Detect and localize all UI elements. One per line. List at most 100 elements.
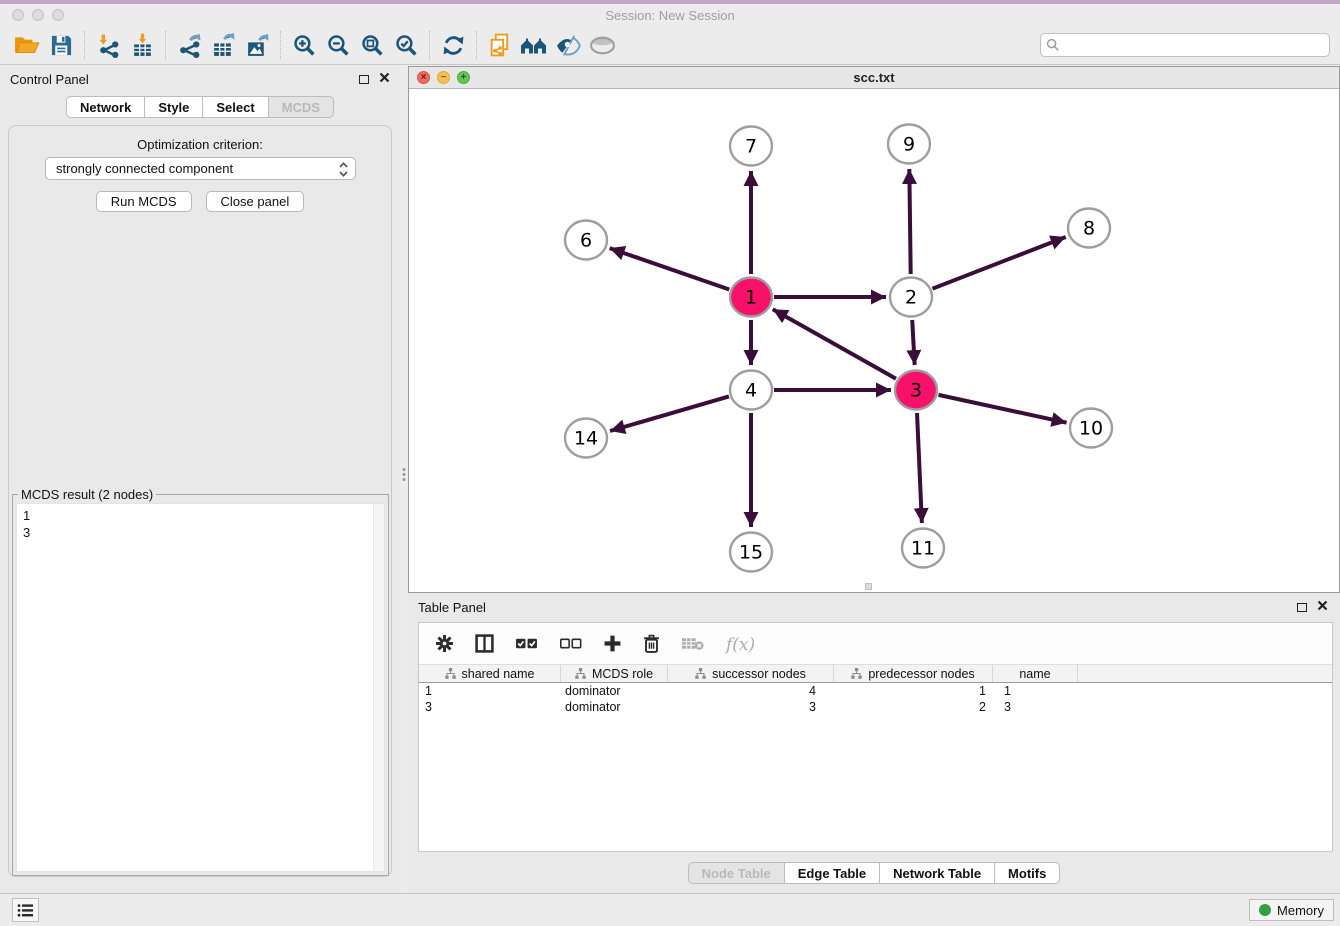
network-node-7[interactable]: 7 (730, 127, 772, 166)
delete-table-icon (681, 636, 704, 651)
save-icon (50, 34, 73, 57)
split-eye-icon (555, 33, 582, 58)
toolbar-separator (429, 31, 430, 59)
import-network-button[interactable] (91, 30, 125, 60)
tab-motifs[interactable]: Motifs (994, 862, 1060, 884)
network-node-11[interactable]: 11 (902, 529, 944, 568)
canvas-resize-grip[interactable] (865, 583, 872, 590)
network-edge-1-6[interactable] (610, 248, 730, 289)
select-all-columns-button[interactable] (515, 636, 538, 651)
network-node-9[interactable]: 9 (888, 125, 930, 164)
float-table-panel-icon[interactable] (1297, 603, 1307, 612)
zoom-out-button[interactable] (321, 30, 355, 60)
table-row[interactable]: 1 dominator 4 1 1 (419, 683, 1332, 699)
table-tabs: Node Table Edge Table Network Table Moti… (688, 862, 1061, 884)
network-node-4[interactable]: 4 (730, 371, 772, 410)
tab-style[interactable]: Style (144, 96, 203, 118)
deselect-all-columns-button[interactable] (559, 636, 582, 651)
list-icon (17, 903, 34, 918)
svg-text:8: 8 (1083, 218, 1095, 240)
tab-node-table[interactable]: Node Table (688, 862, 785, 884)
show-column-panel-button[interactable] (475, 634, 494, 653)
network-node-2[interactable]: 2 (890, 278, 932, 317)
table-toolbar: f(x) (419, 623, 1332, 664)
network-edge-3-10[interactable] (938, 395, 1066, 423)
function-builder-button[interactable]: f(x) (725, 633, 759, 655)
cell-predecessor-nodes[interactable]: 2 (834, 699, 993, 715)
column-header-successor-nodes[interactable]: successor nodes (668, 665, 834, 682)
svg-text:2: 2 (905, 287, 917, 309)
optimization-criterion-label: Optimization criterion: (0, 137, 400, 152)
cell-successor-nodes[interactable]: 4 (668, 683, 834, 699)
cell-shared-name[interactable]: 1 (419, 683, 561, 699)
network-canvas[interactable]: 1 2 3 4 6 7 8 9 10 11 14 15 (409, 89, 1339, 592)
network-edge-2-9[interactable] (909, 169, 910, 274)
panel-splitter[interactable] (400, 65, 408, 893)
cell-successor-nodes[interactable]: 3 (668, 699, 834, 715)
network-edge-2-8[interactable] (932, 237, 1065, 289)
network-edge-4-14[interactable] (610, 396, 729, 431)
zoom-fit-button[interactable] (355, 30, 389, 60)
column-header-shared-name[interactable]: shared name (419, 665, 561, 682)
export-image-button[interactable] (240, 30, 274, 60)
network-node-8[interactable]: 8 (1068, 209, 1110, 248)
delete-row-button[interactable] (643, 634, 660, 653)
clone-network-button[interactable] (483, 30, 517, 60)
tab-mcds[interactable]: MCDS (268, 96, 334, 118)
memory-button[interactable]: Memory (1249, 899, 1334, 921)
close-panel-button[interactable]: Close panel (206, 191, 305, 212)
table-row[interactable]: 3 dominator 3 2 3 (419, 699, 1332, 715)
tab-network-table[interactable]: Network Table (879, 862, 995, 884)
tab-edge-table[interactable]: Edge Table (784, 862, 880, 884)
show-graphics-details-button[interactable] (551, 30, 585, 60)
network-window-titlebar[interactable]: × − + scc.txt (409, 67, 1339, 89)
cell-name[interactable]: 1 (993, 683, 1078, 699)
cell-mcds-role[interactable]: dominator (561, 683, 668, 699)
tree-icon (851, 668, 862, 679)
network-edge-3-11[interactable] (917, 413, 922, 523)
cell-name[interactable]: 3 (993, 699, 1078, 715)
network-node-6[interactable]: 6 (565, 221, 607, 260)
network-node-10[interactable]: 10 (1070, 409, 1112, 448)
task-history-button[interactable] (12, 898, 39, 922)
cell-mcds-role[interactable]: dominator (561, 699, 668, 715)
column-settings-button[interactable] (435, 634, 454, 653)
hide-graphics-details-button[interactable] (585, 30, 619, 60)
network-node-14[interactable]: 14 (565, 419, 607, 458)
zoom-selected-icon (394, 33, 419, 58)
export-image-icon (245, 33, 270, 58)
search-input[interactable] (1040, 33, 1330, 57)
run-mcds-button[interactable]: Run MCDS (96, 191, 192, 212)
mcds-result-textarea[interactable]: 1 3 (16, 503, 385, 872)
tab-network[interactable]: Network (66, 96, 145, 118)
column-header-predecessor-nodes[interactable]: predecessor nodes (834, 665, 993, 682)
zoom-in-button[interactable] (287, 30, 321, 60)
float-panel-icon[interactable] (359, 75, 369, 84)
network-node-1[interactable]: 1 (730, 278, 772, 317)
criterion-dropdown[interactable]: strongly connected component (45, 157, 356, 180)
cell-shared-name[interactable]: 3 (419, 699, 561, 715)
network-edge-2-3[interactable] (912, 320, 914, 365)
network-node-15[interactable]: 15 (730, 533, 772, 572)
close-table-panel-icon[interactable] (1317, 598, 1328, 616)
open-file-button[interactable] (10, 30, 44, 60)
export-table-button[interactable] (206, 30, 240, 60)
zoom-selected-button[interactable] (389, 30, 423, 60)
column-header-mcds-role[interactable]: MCDS role (561, 665, 668, 682)
result-scrollbar[interactable] (373, 504, 384, 871)
gear-icon (435, 634, 454, 653)
close-panel-icon[interactable] (379, 70, 390, 88)
network-edge-3-1[interactable] (773, 309, 896, 378)
home-layout-button[interactable] (517, 30, 551, 60)
save-session-button[interactable] (44, 30, 78, 60)
column-header-name[interactable]: name (993, 665, 1078, 682)
refresh-layout-button[interactable] (436, 30, 470, 60)
add-row-button[interactable] (603, 634, 622, 653)
delete-table-button[interactable] (681, 636, 704, 651)
network-node-3[interactable]: 3 (895, 371, 937, 410)
toolbar-separator (165, 31, 166, 59)
cell-predecessor-nodes[interactable]: 1 (834, 683, 993, 699)
tab-select[interactable]: Select (202, 96, 268, 118)
export-network-button[interactable] (172, 30, 206, 60)
import-table-button[interactable] (125, 30, 159, 60)
